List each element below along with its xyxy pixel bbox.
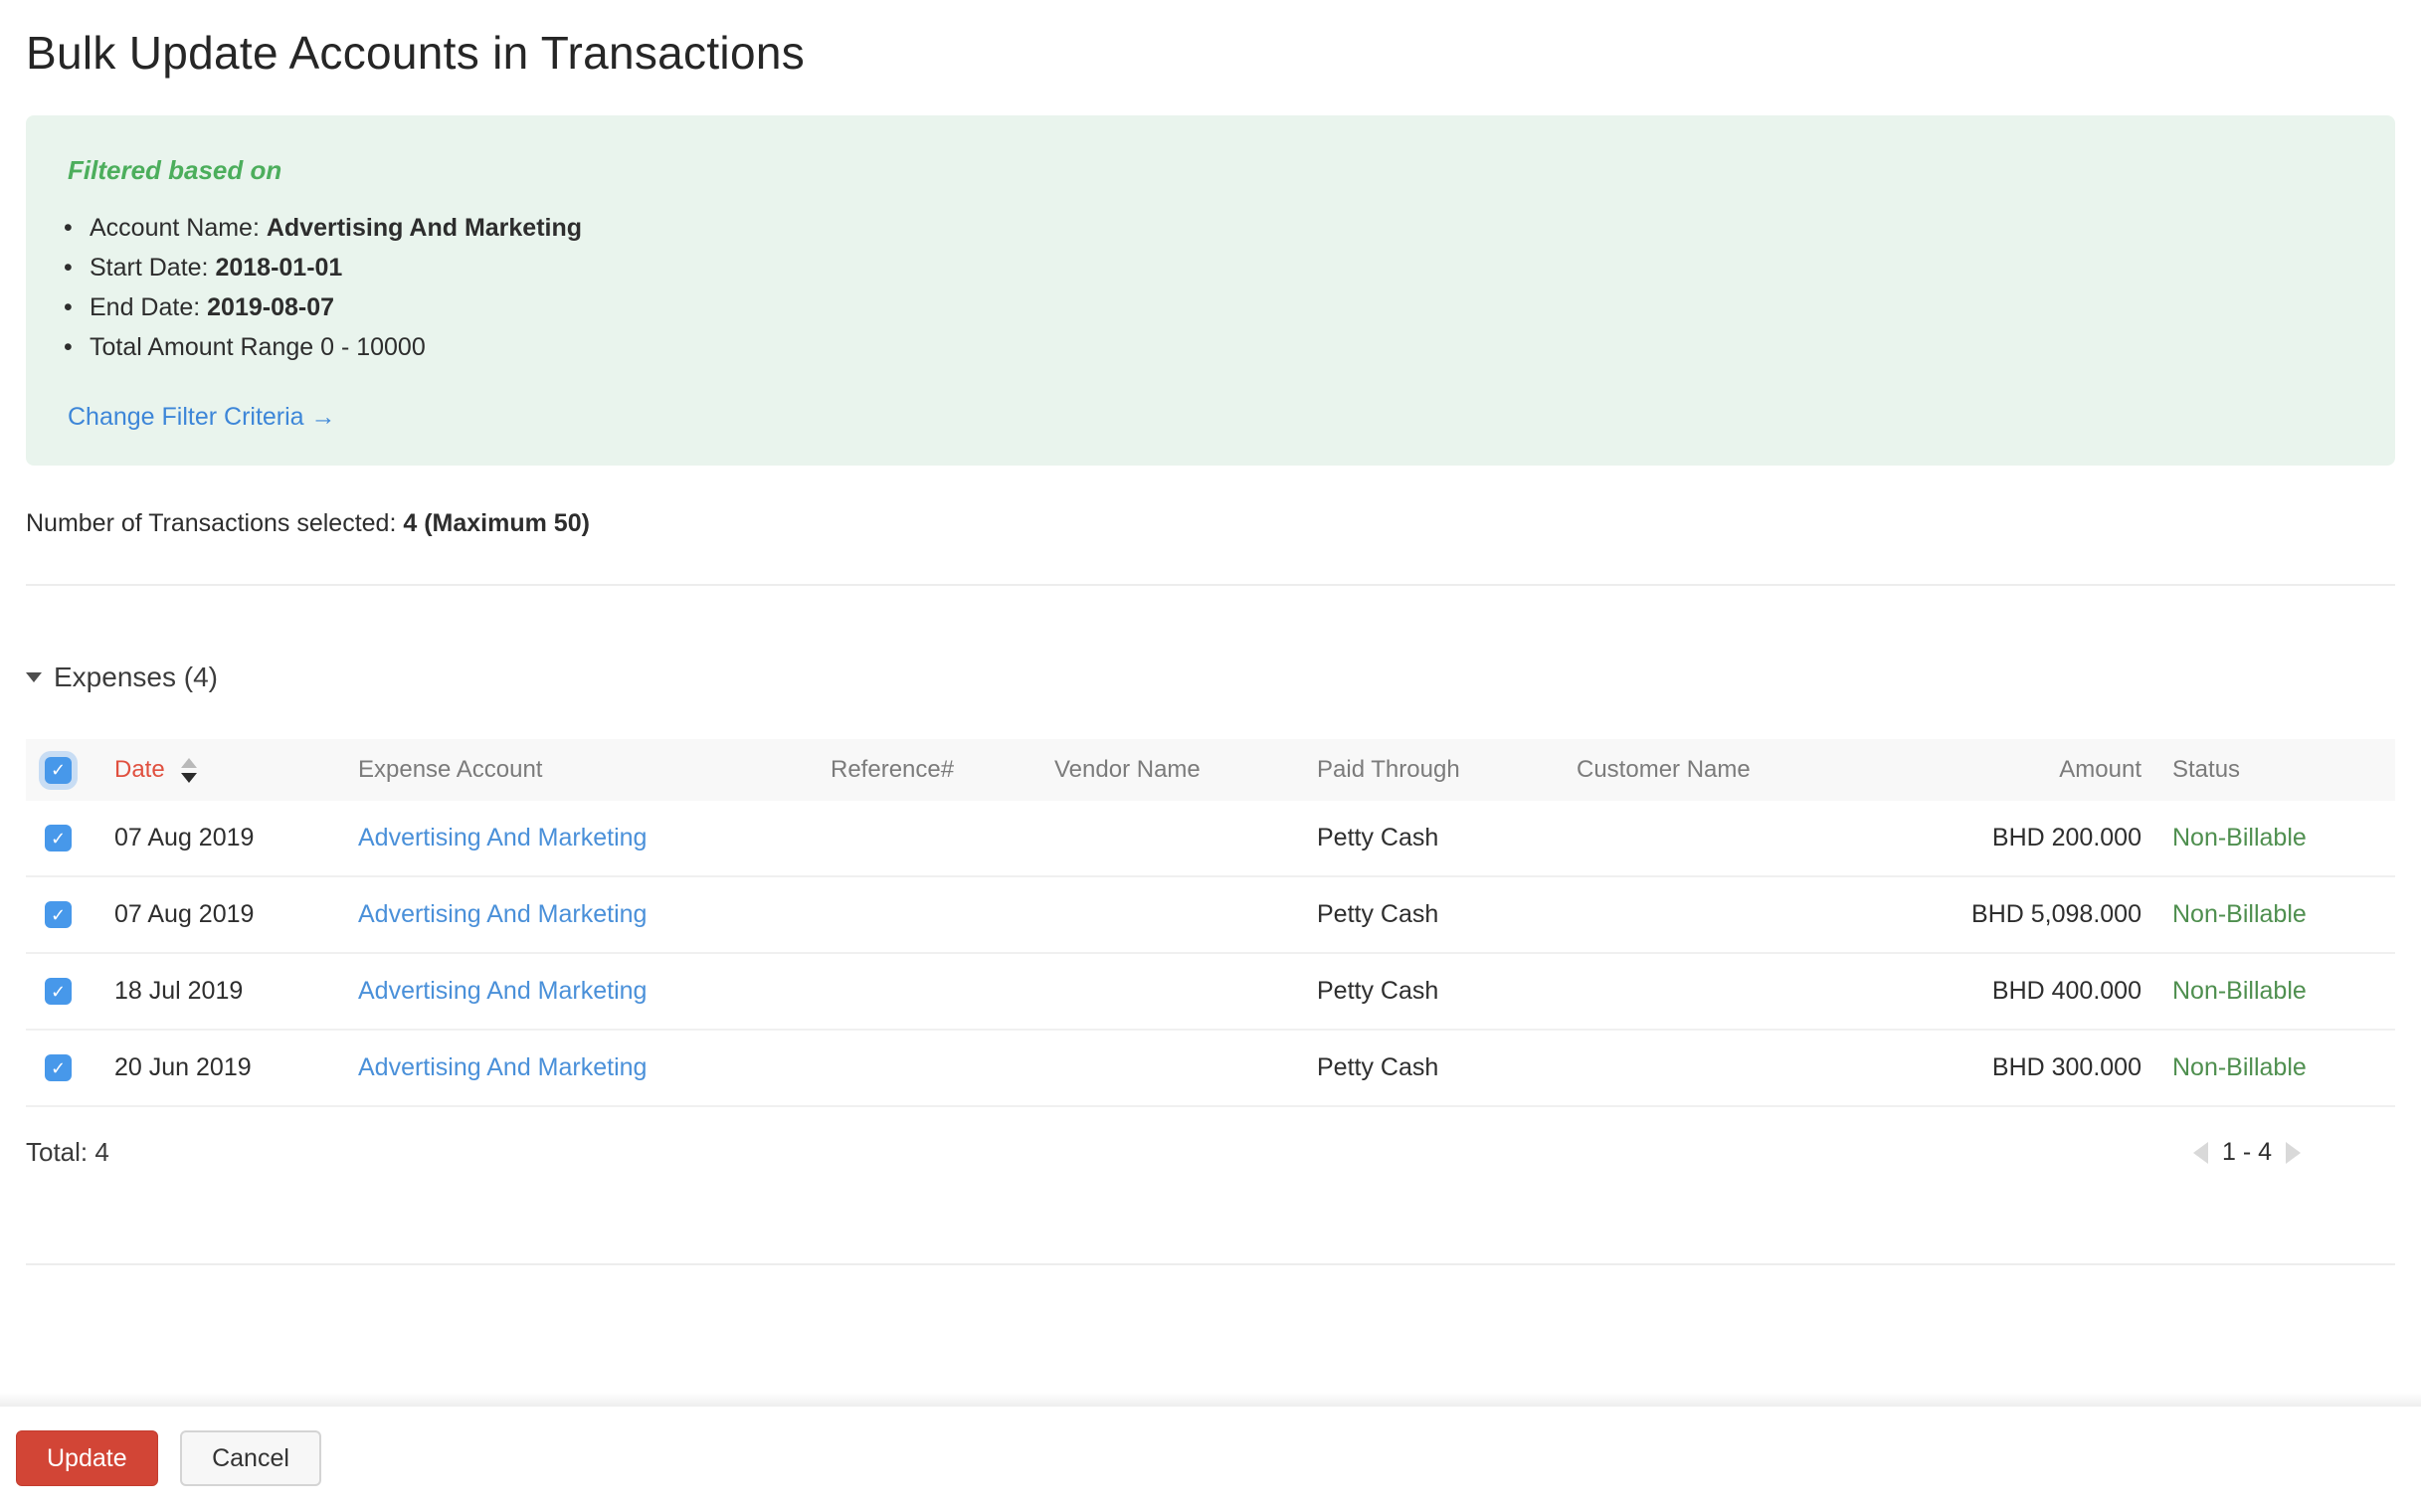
check-icon: ✓ (50, 828, 67, 849)
sort-desc-icon (180, 772, 197, 783)
page-title: Bulk Update Accounts in Transactions (26, 27, 806, 79)
vendor-column-header: Vendor Name (1054, 756, 1201, 783)
table-row: ✓ 07 Aug 2019 Advertising And Marketing … (26, 877, 2395, 954)
filter-heading: Filtered based on (68, 155, 282, 185)
filter-criteria-list: Account Name: Advertising And Marketing … (64, 208, 2353, 367)
table-footer-bar: Total: 4 1 - 4 (26, 1137, 2395, 1168)
total-count: Total: 4 (26, 1137, 109, 1167)
divider (26, 584, 2395, 586)
check-icon: ✓ (50, 904, 67, 925)
filter-criterion-amount-range: Total Amount Range 0 - 10000 (64, 327, 2353, 367)
expenses-section-title: Expenses (4) (54, 662, 218, 692)
filter-summary-panel: Filtered based on Account Name: Advertis… (26, 115, 2395, 466)
row-date: 18 Jul 2019 (114, 977, 244, 1005)
expense-account-link[interactable]: Advertising And Marketing (358, 977, 647, 1005)
change-filter-criteria-link[interactable]: Change Filter Criteria → (68, 403, 336, 432)
row-amount: BHD 5,098.000 (1971, 900, 2142, 928)
filter-criterion-account: Account Name: Advertising And Marketing (64, 208, 2353, 248)
page-range: 1 - 4 (2221, 1138, 2272, 1166)
row-paid-through: Petty Cash (1317, 977, 1439, 1005)
row-status: Non-Billable (2172, 824, 2307, 851)
select-all-checkbox[interactable]: ✓ (45, 756, 72, 784)
row-date: 07 Aug 2019 (114, 824, 255, 851)
sort-asc-icon (180, 757, 197, 768)
amount-column-header: Amount (2059, 756, 2142, 783)
action-footer: Update Cancel (0, 1393, 2421, 1512)
row-checkbox[interactable]: ✓ (45, 1054, 72, 1081)
row-status: Non-Billable (2172, 1053, 2307, 1081)
paid-through-column-header: Paid Through (1317, 756, 1460, 783)
row-checkbox[interactable]: ✓ (45, 978, 72, 1005)
row-date: 20 Jun 2019 (114, 1053, 252, 1081)
row-status: Non-Billable (2172, 977, 2307, 1005)
cancel-button[interactable]: Cancel (180, 1430, 321, 1486)
table-header-row: ✓ Date Expense Account Reference# Vendor… (26, 739, 2395, 801)
row-paid-through: Petty Cash (1317, 900, 1439, 928)
filter-criterion-start-date: Start Date: 2018-01-01 (64, 248, 2353, 287)
date-column-header: Date (114, 756, 165, 783)
prev-page-icon[interactable] (2192, 1141, 2208, 1164)
transactions-selected-line: Number of Transactions selected: 4 (Maxi… (26, 509, 590, 537)
expense-account-link[interactable]: Advertising And Marketing (358, 824, 647, 851)
row-amount: BHD 300.000 (1991, 1053, 2142, 1081)
row-paid-through: Petty Cash (1317, 824, 1439, 851)
collapse-caret-icon (26, 672, 42, 682)
pagination: 1 - 4 (2192, 1138, 2301, 1167)
bulk-update-page: Bulk Update Accounts in Transactions Fil… (0, 0, 2421, 1512)
table-row: ✓ 20 Jun 2019 Advertising And Marketing … (26, 1031, 2395, 1107)
expenses-section-toggle[interactable]: Expenses (4) (26, 662, 218, 693)
table-row: ✓ 07 Aug 2019 Advertising And Marketing … (26, 801, 2395, 877)
customer-column-header: Customer Name (1577, 756, 1751, 783)
check-icon: ✓ (50, 1057, 67, 1078)
reference-column-header: Reference# (831, 756, 955, 783)
sort-icons (180, 757, 197, 783)
row-paid-through: Petty Cash (1317, 1053, 1439, 1081)
table-row: ✓ 18 Jul 2019 Advertising And Marketing … (26, 954, 2395, 1031)
expense-account-link[interactable]: Advertising And Marketing (358, 900, 647, 928)
row-amount: BHD 400.000 (1991, 977, 2142, 1005)
row-checkbox[interactable]: ✓ (45, 901, 72, 928)
row-status: Non-Billable (2172, 900, 2307, 928)
row-date: 07 Aug 2019 (114, 900, 255, 928)
next-page-icon[interactable] (2286, 1141, 2301, 1164)
sort-by-date[interactable]: Date (114, 756, 197, 784)
row-checkbox[interactable]: ✓ (45, 825, 72, 851)
check-icon: ✓ (50, 760, 67, 780)
expense-account-link[interactable]: Advertising And Marketing (358, 1053, 647, 1081)
check-icon: ✓ (50, 981, 67, 1002)
status-column-header: Status (2172, 756, 2241, 783)
row-amount: BHD 200.000 (1991, 824, 2142, 851)
divider (26, 1263, 2395, 1265)
filter-criterion-end-date: End Date: 2019-08-07 (64, 287, 2353, 327)
expenses-table: ✓ Date Expense Account Reference# Vendor… (26, 739, 2395, 1168)
update-button[interactable]: Update (16, 1430, 158, 1486)
expense-account-column-header: Expense Account (358, 756, 543, 783)
